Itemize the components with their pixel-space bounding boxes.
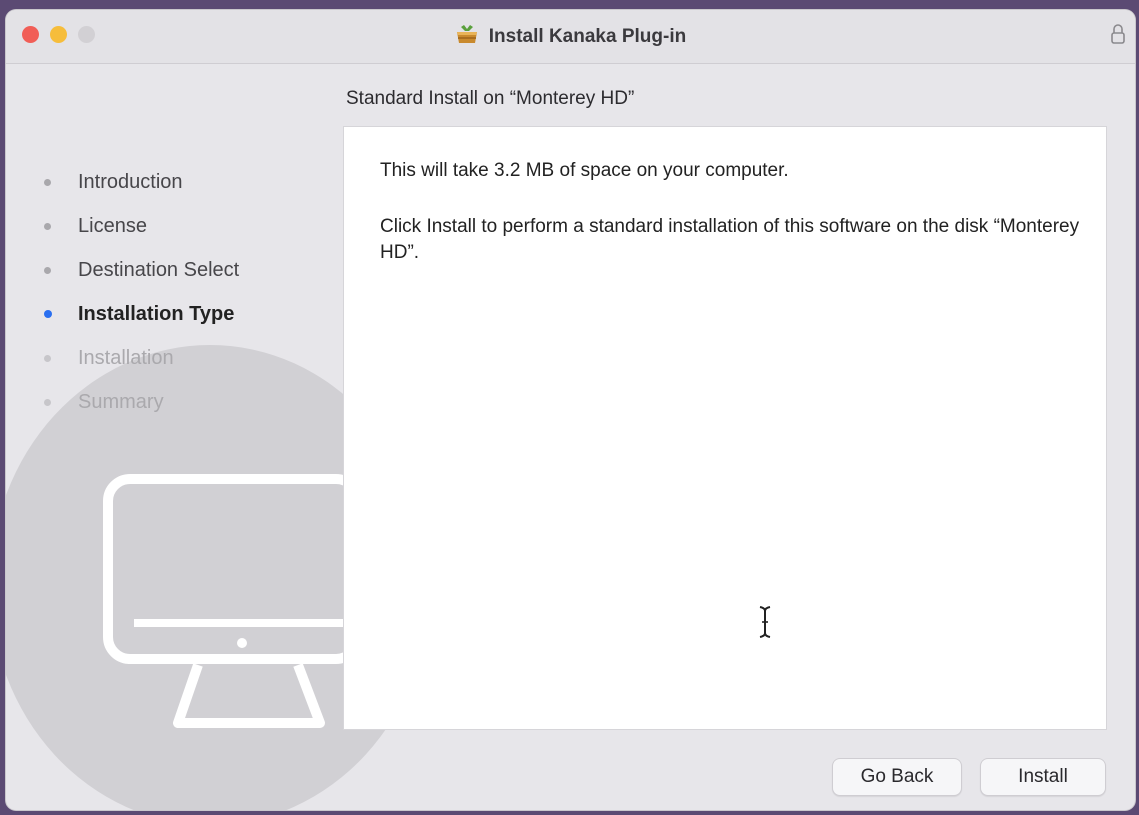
step-summary: Summary xyxy=(42,388,239,432)
step-label: Installation Type xyxy=(78,303,235,325)
step-label: License xyxy=(78,215,147,237)
installer-window: Install Kanaka Plug-in Introduction Lice… xyxy=(6,10,1135,810)
window-title: Install Kanaka Plug-in xyxy=(6,23,1135,48)
step-label: Destination Select xyxy=(78,259,240,281)
step-bullet xyxy=(44,355,51,362)
step-installation: Installation xyxy=(42,344,239,388)
space-required-text: This will take 3.2 MB of space on your c… xyxy=(380,160,789,181)
step-bullet xyxy=(44,267,51,274)
step-introduction: Introduction xyxy=(42,168,239,212)
step-destination-select: Destination Select xyxy=(42,256,239,300)
step-label: Summary xyxy=(78,391,164,413)
lock-icon xyxy=(1111,24,1125,44)
panel-heading: Standard Install on “Monterey HD” xyxy=(346,88,635,109)
go-back-button[interactable]: Go Back xyxy=(832,758,962,796)
install-instructions-text: Click Install to perform a standard inst… xyxy=(380,216,1080,263)
step-license: License xyxy=(42,212,239,256)
installer-steps: Introduction License Destination Select … xyxy=(42,168,239,432)
step-bullet xyxy=(44,179,51,186)
step-bullet xyxy=(44,223,51,230)
step-label: Installation xyxy=(78,347,174,369)
window-title-text: Install Kanaka Plug-in xyxy=(488,26,687,47)
step-installation-type: Installation Type xyxy=(42,300,239,344)
text-cursor-icon xyxy=(759,606,771,638)
step-bullet xyxy=(44,399,51,406)
package-box-icon xyxy=(456,25,477,43)
monitor-icon xyxy=(103,474,363,728)
title-bar[interactable]: Install Kanaka Plug-in xyxy=(6,10,1135,64)
step-label: Introduction xyxy=(78,171,183,193)
step-bullet-current xyxy=(44,310,52,318)
install-button[interactable]: Install xyxy=(980,758,1106,796)
content-panel: This will take 3.2 MB of space on your c… xyxy=(343,126,1107,730)
